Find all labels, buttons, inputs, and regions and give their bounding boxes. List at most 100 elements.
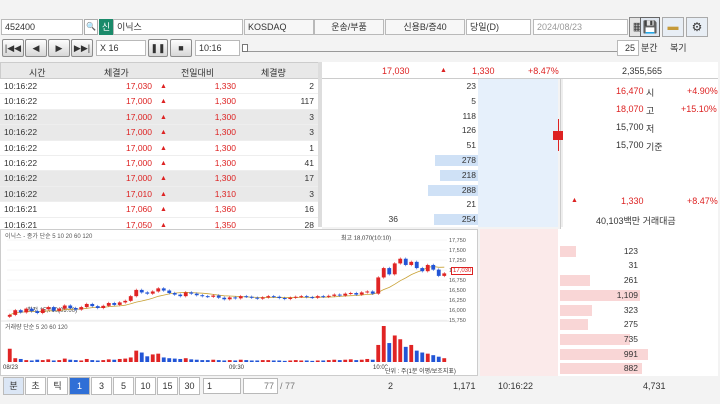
- price-axis-tick: 17,250: [449, 258, 466, 264]
- folder-icon[interactable]: ▬: [662, 17, 684, 37]
- candle: [205, 296, 210, 298]
- volume-bar: [376, 344, 381, 362]
- volume-bar: [194, 359, 199, 362]
- next-button[interactable]: ▶: [48, 39, 70, 57]
- volume-bar: [40, 360, 45, 362]
- candle: [414, 261, 419, 269]
- volume-bar: [90, 360, 95, 362]
- search-icon[interactable]: 🔍: [84, 19, 98, 35]
- ask-qty: 21: [466, 199, 476, 210]
- replay-slider[interactable]: [242, 44, 617, 52]
- trade-time: 10:16:21: [4, 204, 38, 215]
- volume-bar: [150, 354, 155, 362]
- interval-30[interactable]: 30: [179, 377, 200, 395]
- count-left: 2: [388, 381, 394, 391]
- volume-bar: [244, 360, 249, 362]
- interval-10[interactable]: 10: [135, 377, 156, 395]
- candle: [398, 258, 403, 264]
- volume-bar: [18, 358, 23, 362]
- up-arrow-icon: ▲: [160, 206, 167, 214]
- page-select[interactable]: 1: [203, 378, 241, 394]
- volume-bar: [238, 359, 243, 362]
- volume-bar: [183, 358, 188, 362]
- candle: [321, 296, 326, 298]
- trade-row[interactable]: 10:16:22 17,000 ▲ 1,300 117: [0, 94, 322, 110]
- trade-change: 1,300: [214, 127, 236, 138]
- candle: [178, 294, 183, 297]
- candle: [150, 291, 155, 294]
- candle: [310, 297, 315, 299]
- speed-select[interactable]: X 16: [96, 40, 146, 56]
- tab-second[interactable]: 초: [25, 377, 46, 395]
- volume-bar: [68, 359, 73, 362]
- chart-canvas[interactable]: [1, 230, 477, 375]
- time-field[interactable]: 10:16: [195, 40, 240, 56]
- prev-button[interactable]: ◀: [25, 39, 47, 57]
- trade-row[interactable]: 10:16:22 17,030 ▲ 1,330 2: [0, 79, 322, 95]
- trade-qty: 41: [304, 158, 314, 168]
- candle: [128, 296, 133, 301]
- candle: [134, 289, 139, 297]
- first-button[interactable]: |◀◀: [2, 39, 24, 57]
- trade-row[interactable]: 10:16:22 17,000 ▲ 1,300 17: [0, 171, 322, 187]
- volume-bar: [79, 360, 84, 362]
- bid-qty: 261: [623, 275, 638, 286]
- trade-row[interactable]: 10:16:21 17,060 ▲ 1,360 16: [0, 202, 322, 218]
- trades-list[interactable]: 10:16:22 17,030 ▲ 1,330 2 10:16:22 17,000 ▲ 1,30…: [0, 79, 322, 229]
- trade-time: 10:16:22: [4, 173, 38, 184]
- page-input[interactable]: 77: [243, 378, 278, 394]
- volume-bar: [425, 353, 430, 362]
- period-select[interactable]: 당일(D): [466, 19, 531, 35]
- ask-qty: 254: [461, 214, 476, 225]
- candle: [95, 306, 100, 309]
- total-volume: 2,355,565: [622, 66, 663, 76]
- candle: [90, 303, 95, 307]
- stop-button[interactable]: ■: [170, 39, 192, 57]
- stock-name-field[interactable]: 이닉스: [113, 19, 243, 35]
- tab-minute[interactable]: 분: [3, 377, 24, 395]
- trade-time: 10:16:22: [4, 142, 38, 153]
- interval-5[interactable]: 5: [113, 377, 134, 395]
- time-label-0: 08/23: [3, 365, 19, 371]
- ask-qty: 5: [471, 95, 476, 106]
- volume-bar: [332, 359, 337, 362]
- volume-bar: [161, 357, 166, 362]
- trade-row[interactable]: 10:16:21 17,050 ▲ 1,350 28: [0, 218, 322, 229]
- candle: [266, 296, 271, 298]
- candle: [106, 303, 111, 306]
- trade-row[interactable]: 10:16:22 17,010 ▲ 1,310 3: [0, 186, 322, 203]
- trade-price: 17,000: [126, 158, 152, 168]
- date-field[interactable]: 2024/08/23: [533, 19, 628, 35]
- trade-row[interactable]: 10:16:22 17,000 ▲ 1,300 3: [0, 125, 322, 141]
- info-change-rate: +8.47%: [687, 196, 718, 206]
- interval-3[interactable]: 3: [91, 377, 112, 395]
- last-button[interactable]: ▶▶|: [71, 39, 93, 57]
- volume-bar: [62, 358, 67, 362]
- interval-15[interactable]: 15: [157, 377, 178, 395]
- unit-note: 단위 : 주(1분 이평/보조지표): [385, 366, 456, 375]
- save-icon[interactable]: 💾: [640, 17, 660, 37]
- trade-row[interactable]: 10:16:22 17,000 ▲ 1,300 41: [0, 156, 322, 172]
- bid-qty: 323: [623, 304, 638, 315]
- trade-row[interactable]: 10:16:22 17,000 ▲ 1,300 1: [0, 141, 322, 156]
- tab-tick[interactable]: 틱: [47, 377, 68, 395]
- candle: [73, 308, 78, 310]
- interval-1[interactable]: 1: [69, 377, 90, 395]
- volume-bar: [337, 360, 342, 362]
- volume-bar: [249, 360, 254, 362]
- volume-bar: [46, 359, 51, 362]
- volume-bar: [293, 360, 298, 362]
- candle: [46, 307, 51, 310]
- volume-bar: [398, 339, 403, 362]
- trade-row[interactable]: 10:16:22 17,000 ▲ 1,300 3: [0, 109, 322, 126]
- stock-code-input[interactable]: 452400: [1, 19, 83, 35]
- interval-input[interactable]: 25: [617, 40, 639, 56]
- volume-bar: [134, 350, 139, 362]
- candle: [337, 294, 342, 296]
- price-chart[interactable]: 이닉스 - 종가 단순 5 10 20 60 120 최고 18,070(10:…: [0, 229, 478, 376]
- settings-icon[interactable]: ⚙: [686, 17, 708, 37]
- candle: [211, 295, 216, 297]
- trade-qty: 3: [309, 111, 314, 122]
- volume-bar: [57, 360, 62, 362]
- pause-button[interactable]: ❚❚: [148, 39, 168, 57]
